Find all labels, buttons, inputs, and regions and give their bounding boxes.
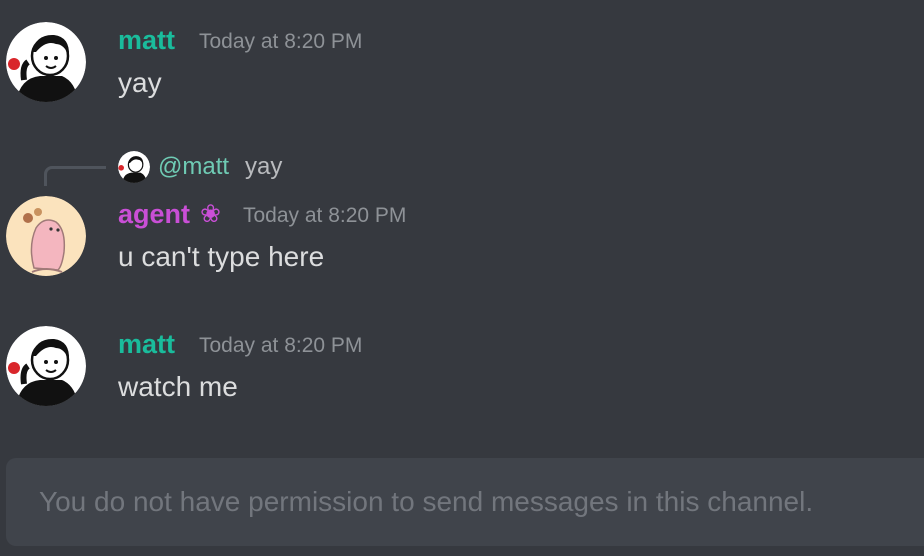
reply-preview-text[interactable]: yay (245, 151, 282, 183)
message-content: watch me (118, 371, 238, 402)
avatar-agent[interactable] (6, 196, 86, 276)
reply-mention[interactable]: @matt (158, 151, 229, 183)
flower-badge-icon: ❀ (200, 200, 221, 228)
reply-avatar-matt[interactable] (118, 151, 150, 183)
message-content: u can't type here (118, 241, 325, 272)
message-composer: You do not have permission to send messa… (6, 458, 924, 546)
username[interactable]: matt (118, 24, 175, 56)
message-content: yay (118, 67, 162, 98)
timestamp: Today at 8:20 PM (199, 334, 363, 357)
avatar-matt[interactable] (6, 326, 86, 406)
timestamp: Today at 8:20 PM (199, 30, 363, 53)
reply-spine (44, 166, 106, 186)
composer-disabled-text: You do not have permission to send messa… (39, 486, 814, 517)
username[interactable]: matt (118, 328, 175, 360)
timestamp: Today at 8:20 PM (243, 204, 407, 227)
avatar-matt[interactable] (6, 22, 86, 102)
chat-messages: matt Today at 8:20 PM yay @matt yay agen… (0, 0, 924, 556)
username[interactable]: agent (118, 198, 190, 230)
